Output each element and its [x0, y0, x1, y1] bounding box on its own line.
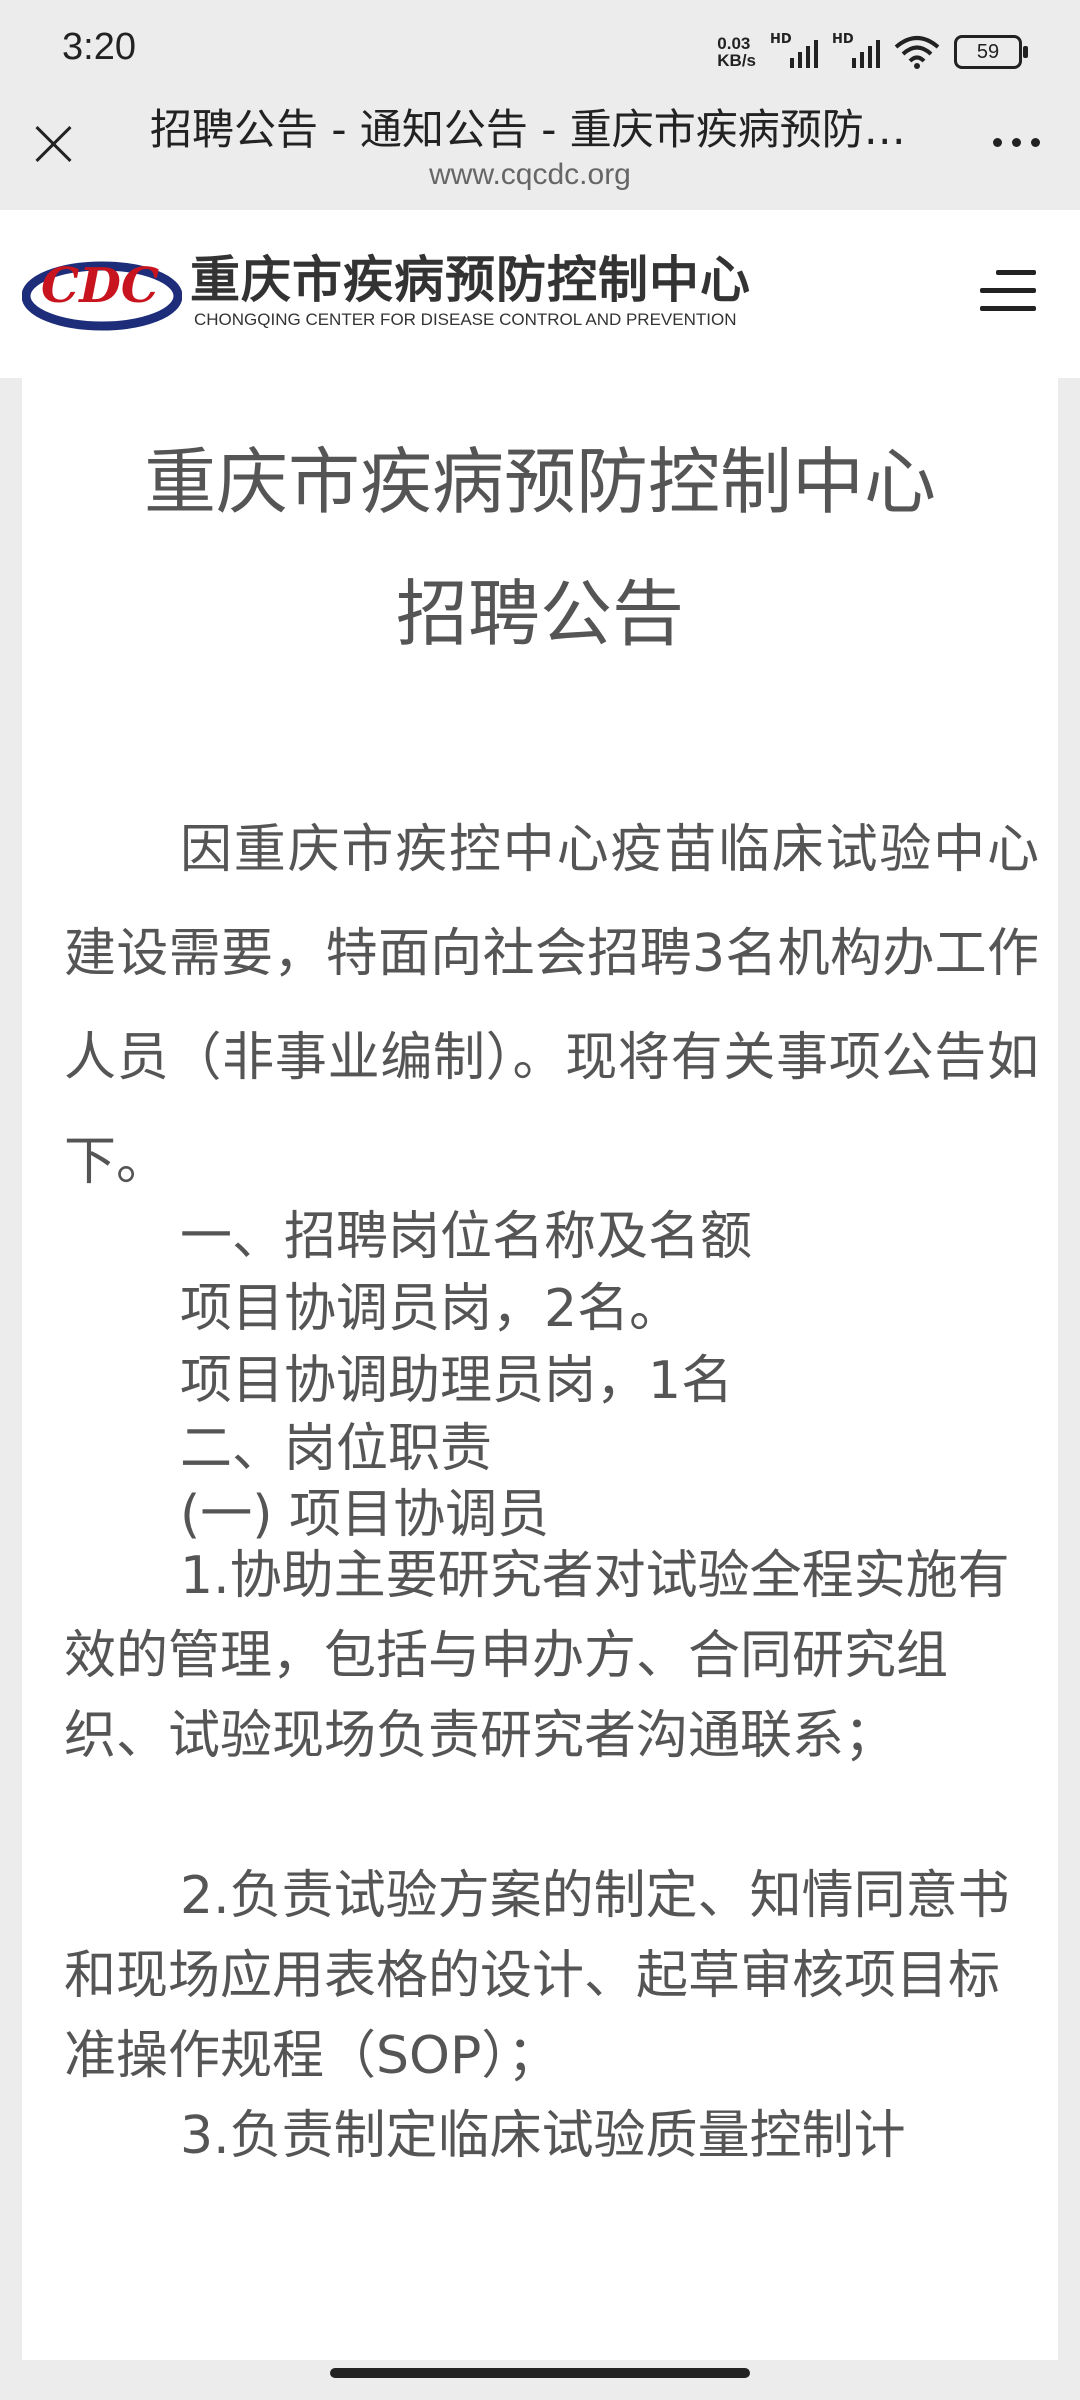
battery-level: 59 [976, 40, 1000, 63]
signal-hd-label: HD [770, 32, 792, 47]
status-icons: 0.03 KB/s HD HD 59 [717, 30, 1028, 74]
wifi-icon [894, 36, 940, 69]
section-heading: 一、招聘岗位名称及名额 [180, 1207, 753, 1267]
page-url: www.cqcdc.org [429, 158, 631, 191]
position-item: 项目协调助理员岗，1名 [180, 1351, 734, 1411]
signal-strength-icon: HD [770, 32, 818, 68]
site-name-en: CHONGQING CENTER FOR DISEASE CONTROL AND… [194, 310, 737, 329]
signal-hd-label-2: HD [832, 32, 854, 47]
browser-toolbar: 招聘公告 - 通知公告 - 重庆市疾病预防控制中心 www.cqcdc.org [0, 100, 1080, 210]
duty-item: 3.负责制定临床试验质量控制计 [180, 2106, 906, 2166]
duty-item: 1.协助主要研究者对试验全程实施有效的管理，包括与申办方、合同研究组织、试验现场… [64, 1546, 1010, 1766]
site-name-cn: 重庆市疾病预防控制中心 [190, 251, 751, 309]
status-bar: 3:20 0.03 KB/s HD HD 59 [0, 0, 1080, 100]
signal-strength-icon-2: HD [832, 32, 880, 68]
site-header: CDC 重庆市疾病预防控制中心 CHONGQING CENTER FOR DIS… [0, 210, 1080, 378]
close-button[interactable] [28, 118, 80, 170]
cdc-logo-icon[interactable]: CDC [22, 240, 182, 336]
network-speed: 0.03 KB/s [717, 34, 756, 70]
position-item: 项目协调员岗，2名。 [180, 1279, 682, 1339]
hamburger-menu-icon[interactable] [978, 260, 1036, 320]
intro-paragraph: 因重庆市疾控中心疫苗临床试验中心建设需要，特面向社会招聘3名机构办工作人员（非事… [64, 820, 1039, 1192]
section-heading: 二、岗位职责 [180, 1419, 493, 1479]
home-indicator[interactable] [330, 2368, 750, 2378]
page-title: 招聘公告 - 通知公告 - 重庆市疾病预防控制中心 [150, 105, 910, 154]
more-options-button[interactable] [993, 138, 1040, 147]
article: 重庆市疾病预防控制中心 招聘公告 因重庆市疾控中心疫苗临床试验中心建设需要，特面… [22, 378, 1058, 2360]
clock-time: 3:20 [62, 26, 136, 68]
svg-text:CDC: CDC [41, 258, 159, 314]
battery-icon: 59 [954, 35, 1028, 69]
article-title: 重庆市疾病预防控制中心 招聘公告 [143, 440, 936, 656]
duty-item: 2.负责试验方案的制定、知情同意书和现场应用表格的设计、起草审核项目标准操作规程… [64, 1866, 1010, 2086]
